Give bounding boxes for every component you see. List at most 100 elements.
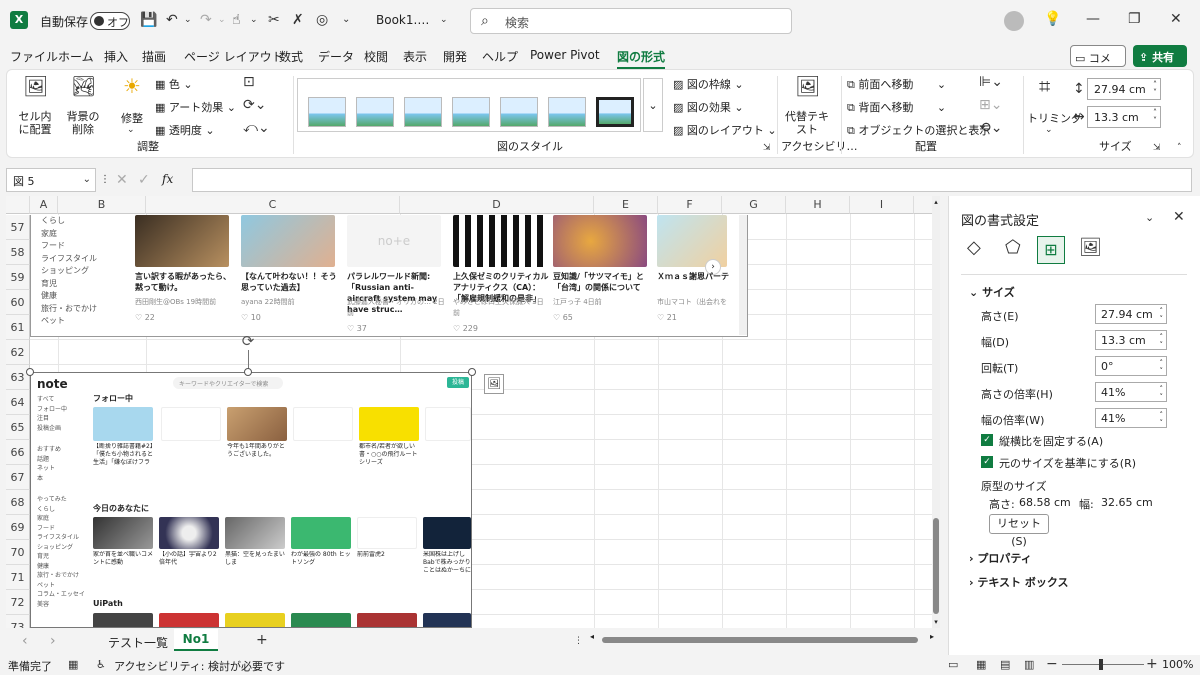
resize-handle[interactable]	[244, 368, 252, 376]
relative-original-checkbox[interactable]: ✓	[981, 456, 993, 468]
file-name[interactable]: Book1.…	[376, 13, 429, 27]
chevron-down-icon[interactable]: ⌄	[83, 172, 91, 188]
height-input[interactable]: 27.94 cm ˄ ˅	[1095, 304, 1167, 324]
resize-handle[interactable]	[468, 368, 476, 376]
article-card-title[interactable]: 家が首を並べ職いコメントに感動	[93, 551, 155, 569]
column-header-h[interactable]: H	[786, 196, 850, 214]
save-icon[interactable]: 💾	[140, 12, 157, 28]
cancel-icon[interactable]: ✕	[116, 172, 128, 188]
resize-handle[interactable]	[26, 368, 34, 376]
tab-review[interactable]: 校閲	[364, 48, 388, 65]
add-sheet-icon[interactable]: +	[256, 632, 268, 648]
row-header[interactable]: 68	[6, 490, 30, 515]
row-header[interactable]: 60	[6, 290, 30, 315]
row-header[interactable]: 62	[6, 340, 30, 365]
scissors-icon[interactable]: ✂	[268, 12, 280, 28]
search-box[interactable]: ⌕ 検索	[470, 8, 792, 34]
article-card[interactable]: パラレルワールド新聞: 「Russian anti-aircraft syste…	[347, 271, 447, 335]
style-thumb-5[interactable]	[500, 97, 538, 127]
remove-background-button[interactable]: 🏞 背景の削除	[63, 76, 103, 138]
scroll-right-icon[interactable]: ▸	[930, 632, 934, 641]
tab-power-pivot[interactable]: Power Pivot	[530, 48, 600, 62]
row-header[interactable]: 61	[6, 315, 30, 340]
tab-developer[interactable]: 開発	[443, 48, 467, 65]
compress-pictures-icon[interactable]: ⊡	[243, 74, 255, 90]
reset-button[interactable]: リセット(S)	[989, 514, 1049, 548]
article-card[interactable]: 言い訳する暇があったら、黙って動け。 西田剛生@OBs 19時間前 ♡ 22	[135, 271, 235, 335]
ribbon-height-input[interactable]: 27.94 cm ˄ ˅	[1087, 78, 1161, 100]
row-header[interactable]: 64	[6, 390, 30, 415]
target-icon[interactable]: ◎	[316, 12, 328, 28]
article-card-title[interactable]: わが最強の 80th ヒットソング	[291, 551, 353, 569]
article-card[interactable]: 【なんて叶わない！！そう思っていた過去】 ayana 22時間前 ♡ 10	[241, 271, 341, 335]
article-card[interactable]: Ｘｍａｓ謝恩パーテ 市山マコト（出会れを ♡ 21	[657, 271, 737, 335]
row-header[interactable]: 67	[6, 465, 30, 490]
article-card[interactable]: 上久保ゼミのクリティカルアナリティクス（CA）：「解雇規制緩和の是非」 やみざこ…	[453, 271, 549, 335]
column-header-b[interactable]: B	[58, 196, 146, 214]
picture-border-button[interactable]: ▨ 図の枠線 ⌄	[673, 76, 744, 92]
row-header[interactable]: 72	[6, 590, 30, 615]
undo-icon[interactable]: ↶	[166, 12, 178, 28]
color-button[interactable]: ▦ 色 ⌄	[155, 76, 193, 92]
share-button[interactable]: ⇪ 共有	[1133, 45, 1187, 67]
sheet-tab-test-list[interactable]: テスト一覧	[108, 634, 168, 651]
size-properties-tab-icon[interactable]: ⊞	[1037, 236, 1065, 264]
formula-input[interactable]	[192, 168, 1192, 192]
scroll-thumb[interactable]	[602, 637, 918, 643]
artistic-effects-button[interactable]: ▦ アート効果 ⌄	[155, 99, 236, 115]
row-header[interactable]: 69	[6, 515, 30, 540]
style-thumb-3[interactable]	[404, 97, 442, 127]
size-section-header[interactable]: ⌄ サイズ	[969, 284, 1015, 300]
search-input[interactable]: 検索	[505, 14, 529, 31]
scale-width-input[interactable]: 41% ˄ ˅	[1095, 408, 1167, 428]
alt-text-button[interactable]: 🖼 代替テキスト	[783, 76, 831, 138]
more-icon[interactable]: ⋮	[100, 172, 110, 188]
account-avatar[interactable]	[1004, 11, 1024, 31]
tab-picture-format[interactable]: 図の形式	[617, 48, 666, 69]
gallery-more-button[interactable]: ⌄	[643, 78, 663, 132]
page-layout-view-icon[interactable]: ▤	[1000, 657, 1010, 673]
horizontal-scrollbar[interactable]: ◂ ▸	[590, 632, 934, 645]
sheet-tab-no1[interactable]: No1	[174, 629, 218, 651]
insert-function-button[interactable]: fx	[162, 172, 173, 186]
zoom-in-icon[interactable]: +	[1146, 656, 1158, 672]
row-header[interactable]: 59	[6, 265, 30, 290]
corrections-button[interactable]: ☀ 修整 ⌄	[113, 76, 153, 138]
row-header[interactable]: 73	[6, 615, 30, 628]
vertical-scrollbar[interactable]: ▴ ▾	[932, 196, 940, 628]
pane-close-icon[interactable]: ✕	[1173, 209, 1185, 225]
scroll-left-icon[interactable]: ◂	[590, 632, 594, 641]
article-card-title[interactable]: 米国株は上げしBabで株みっかりことはぬかーちに	[423, 551, 471, 577]
zoom-slider[interactable]	[1062, 659, 1144, 670]
picture-layout-button[interactable]: ▨ 図のレイアウト ⌄	[673, 122, 777, 138]
picture-tab-icon[interactable]: 🖼	[1079, 239, 1102, 257]
touch-mode-icon[interactable]: ☝	[232, 12, 241, 28]
normal-view-icon[interactable]: ▦	[976, 657, 986, 673]
lightbulb-icon[interactable]: 💡	[1044, 11, 1061, 27]
display-settings-icon[interactable]: ▭	[948, 657, 958, 673]
row-header[interactable]: 58	[6, 240, 30, 265]
accessibility-status[interactable]: アクセシビリティ: 検討が必要です	[114, 658, 285, 674]
rotate-handle-icon[interactable]: ⟳	[239, 332, 257, 350]
crop-button[interactable]: ⌗ トリミング ⌄	[1027, 76, 1082, 138]
zoom-slider-thumb[interactable]	[1099, 659, 1103, 670]
fit-in-cell-button[interactable]: 🖼 セル内に配置	[15, 76, 55, 138]
lock-aspect-checkbox[interactable]: ✓	[981, 434, 993, 446]
minimize-icon[interactable]: —	[1086, 11, 1100, 27]
width-input[interactable]: 13.3 cm ˄ ˅	[1095, 330, 1167, 350]
properties-section-header[interactable]: › プロパティ	[969, 550, 1032, 566]
touch-dropdown-icon[interactable]: ⌄	[250, 12, 258, 28]
restore-icon[interactable]: ❐	[1128, 11, 1141, 27]
column-header-i[interactable]: I	[850, 196, 914, 214]
textbox-section-header[interactable]: › テキスト ボックス	[969, 574, 1069, 590]
macro-record-icon[interactable]: ▦	[68, 657, 78, 673]
top-screenshot-picture[interactable]: くらし 家庭 フード ライフスタイル ショッピング 育児 健康 旅行・おでかけ …	[30, 215, 748, 337]
scroll-up-icon[interactable]: ▴	[932, 198, 940, 206]
tab-file[interactable]: ファイル	[10, 48, 58, 65]
size-dialog-launcher-icon[interactable]: ⇲	[1153, 140, 1161, 156]
rotation-input[interactable]: 0° ˄ ˅	[1095, 356, 1167, 376]
reset-picture-icon[interactable]: ⤺⌄	[243, 120, 270, 136]
scroll-down-icon[interactable]: ▾	[932, 618, 940, 626]
bring-forward-button[interactable]: ⧉ 前面へ移動 ⌄	[847, 76, 946, 92]
pane-options-icon[interactable]: ⌄	[1145, 210, 1154, 226]
